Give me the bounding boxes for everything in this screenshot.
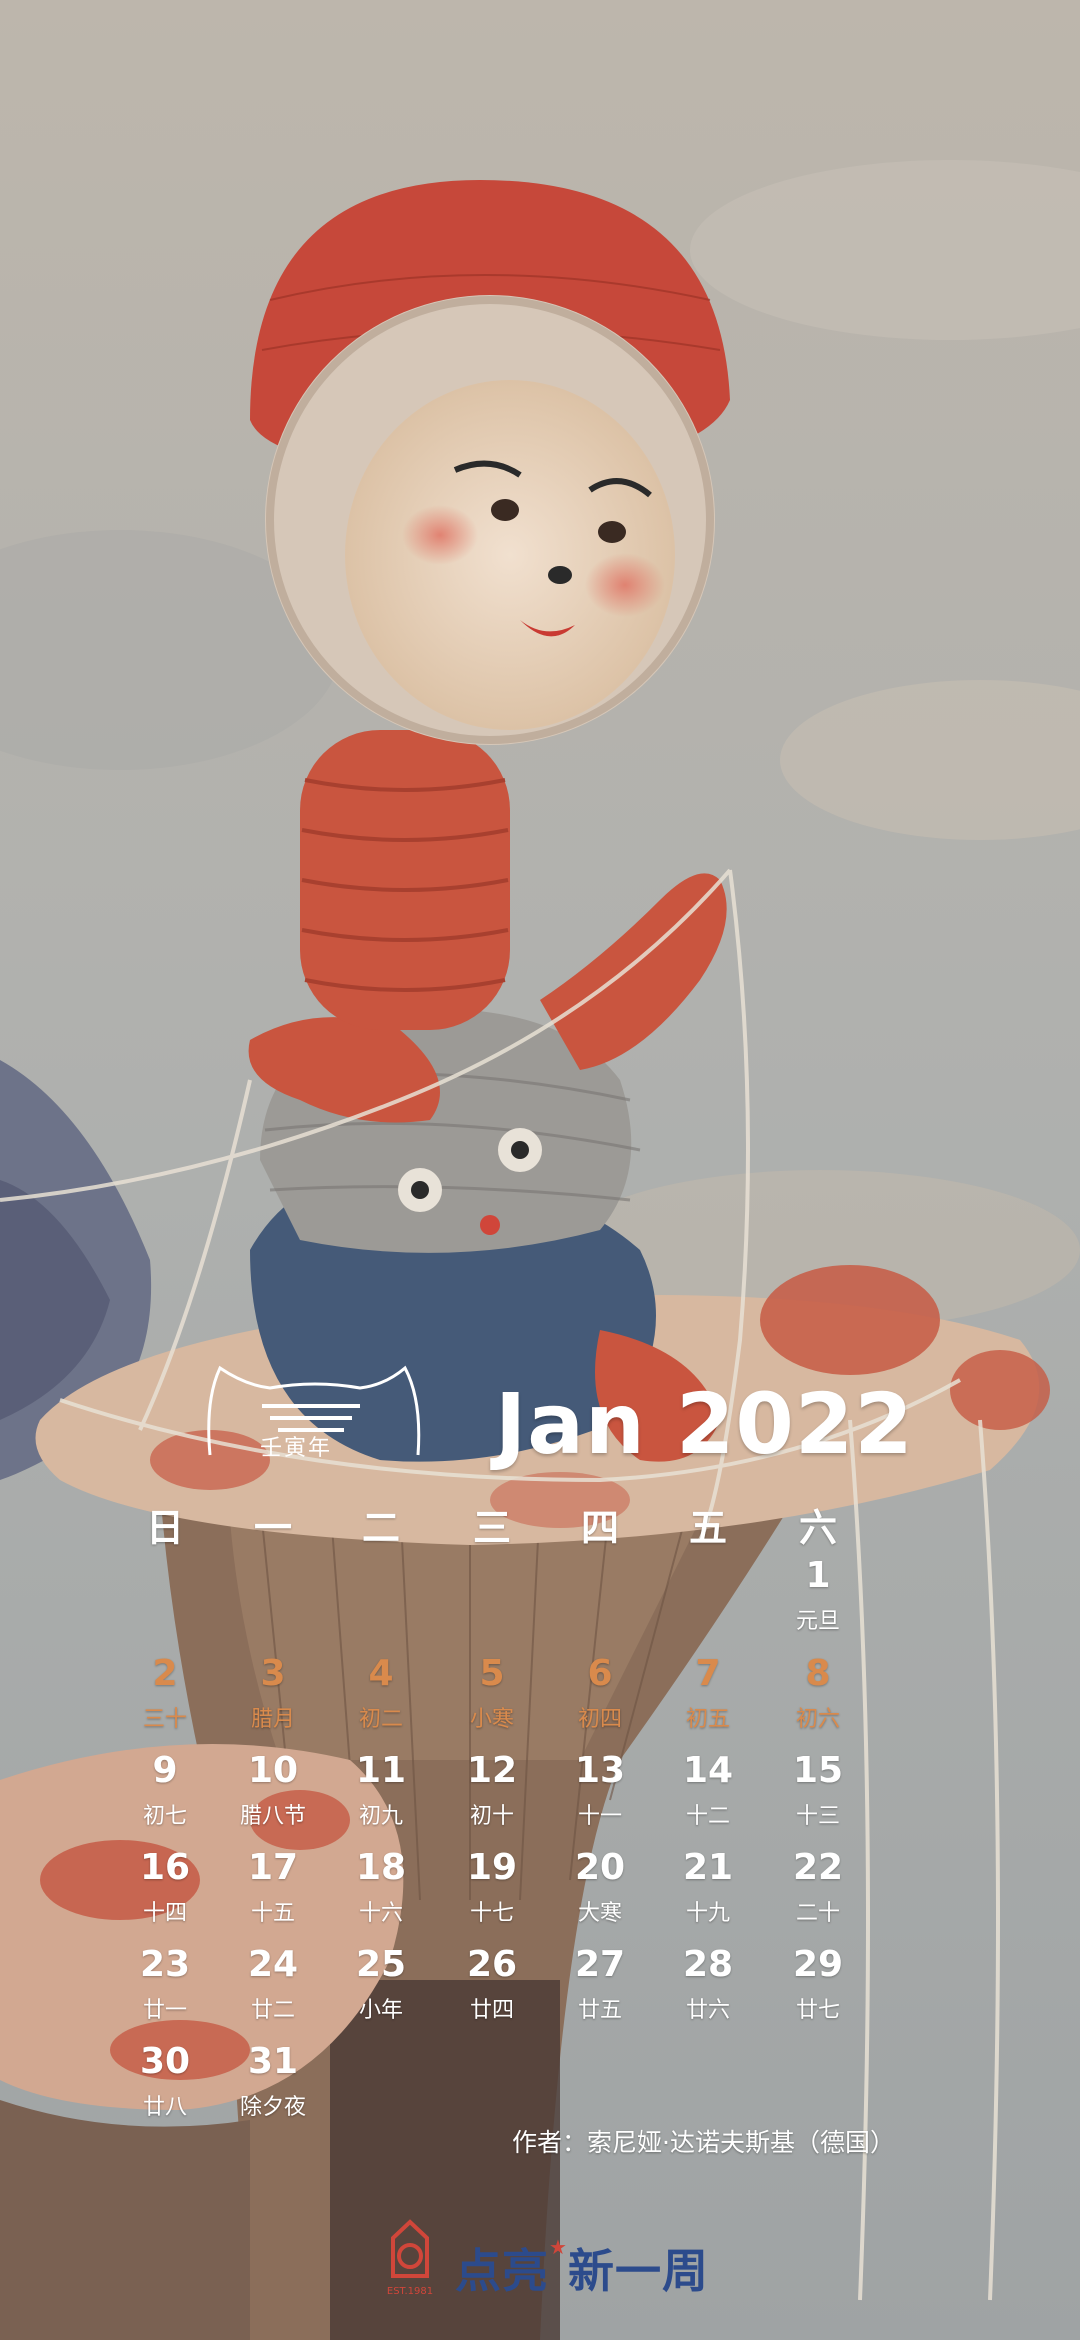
day-number: 2: [152, 1653, 178, 1694]
day-number: 20: [574, 1847, 626, 1888]
lunar-date: 小年: [358, 1998, 403, 2023]
month-title: Jan 2022: [495, 1375, 914, 1473]
day-number: 6: [587, 1653, 613, 1694]
day-number: 23: [139, 1944, 191, 1985]
day-number: 11: [355, 1750, 407, 1791]
lunar-date: 初五: [685, 1707, 730, 1732]
brand-name-part1: 点亮: [455, 2244, 549, 2298]
lunar-date: 小寒: [469, 1707, 514, 1732]
day-number: 14: [682, 1750, 734, 1791]
lunar-date: 腊月: [250, 1707, 295, 1732]
day-number: 22: [792, 1847, 844, 1888]
day-number: 4: [368, 1653, 394, 1694]
lunar-date: 十二: [685, 1804, 730, 1829]
lunar-date: 十六: [358, 1901, 403, 1926]
lunar-date: 腊八节: [239, 1804, 306, 1829]
lunar-date: 初十: [469, 1804, 514, 1829]
weekday-header: 二: [361, 1506, 400, 1550]
lunar-date: 廿四: [469, 1998, 514, 2023]
lunar-date: 廿五: [577, 1998, 622, 2023]
day-number: 21: [682, 1847, 734, 1888]
day-number: 28: [682, 1944, 734, 1985]
day-number: 29: [792, 1944, 844, 1985]
day-number: 15: [792, 1750, 844, 1791]
lunar-date: 廿二: [250, 1998, 295, 2023]
lunar-date: 廿一: [142, 1998, 187, 2023]
brand-name-part2: 新一周: [567, 2244, 709, 2298]
lunar-date: 十三: [795, 1804, 840, 1829]
brand-logo-icon: EST.1981: [387, 2219, 433, 2297]
day-number: 5: [479, 1653, 505, 1694]
author-credit: 作者：索尼娅·达诺夫斯基（德国）: [512, 2128, 895, 2157]
day-number: 30: [139, 2041, 191, 2082]
lunar-date: 十四: [142, 1901, 187, 1926]
weekday-header: 五: [688, 1506, 727, 1550]
day-number: 25: [355, 1944, 407, 1985]
day-number: 7: [695, 1653, 721, 1694]
lunar-date: 廿七: [795, 1998, 840, 2023]
day-number: 18: [355, 1847, 407, 1888]
day-number: 24: [247, 1944, 299, 1985]
lunar-date: 初九: [358, 1804, 403, 1829]
day-number: 13: [574, 1750, 626, 1791]
day-number: 27: [574, 1944, 626, 1985]
day-number: 19: [466, 1847, 518, 1888]
weekday-header: 一: [253, 1506, 292, 1550]
lunar-date: 十一: [577, 1804, 622, 1829]
lunar-date: 大寒: [577, 1901, 622, 1926]
lunar-date: 廿六: [685, 1998, 730, 2023]
day-number: 1: [805, 1555, 831, 1596]
weekday-header: 日: [145, 1506, 184, 1550]
lunar-date: 十九: [685, 1901, 730, 1926]
lunar-date: 初四: [577, 1707, 622, 1732]
lunar-date: 廿八: [142, 2095, 187, 2120]
lunar-date: 十五: [250, 1901, 295, 1926]
calendar-overlay: 壬寅年 Jan 2022 日 一 二 三 四 五 六 1 元旦 2 三十 3 腊月 4 初二 5 小寒 6 初四 7…: [0, 0, 1080, 2340]
lunar-date: 初二: [358, 1707, 403, 1732]
lunar-date: 初七: [142, 1804, 187, 1829]
day-number: 17: [247, 1847, 299, 1888]
day-number: 26: [466, 1944, 518, 1985]
lunar-date: 二十: [795, 1901, 840, 1926]
day-number: 9: [152, 1750, 178, 1791]
lunar-date: 元旦: [795, 1609, 840, 1634]
lunar-date: 除夕夜: [239, 2095, 306, 2120]
brand-name: 点亮★新一周: [455, 2235, 709, 2301]
year-badge: 壬寅年: [260, 1436, 333, 1461]
weekday-header: 六: [798, 1506, 837, 1550]
day-number: 8: [805, 1653, 831, 1694]
brand-est: EST.1981: [387, 2286, 433, 2297]
brand-star-icon: ★: [549, 2235, 568, 2259]
day-number: 10: [247, 1750, 299, 1791]
day-number: 3: [260, 1653, 286, 1694]
lunar-date: 十七: [469, 1901, 514, 1926]
weekday-header: 三: [472, 1506, 511, 1550]
day-number: 16: [139, 1847, 191, 1888]
lunar-date: 初六: [795, 1707, 840, 1732]
lunar-date: 三十: [142, 1707, 187, 1732]
day-number: 12: [466, 1750, 518, 1791]
day-number: 31: [247, 2041, 299, 2082]
weekday-header: 四: [580, 1506, 619, 1550]
